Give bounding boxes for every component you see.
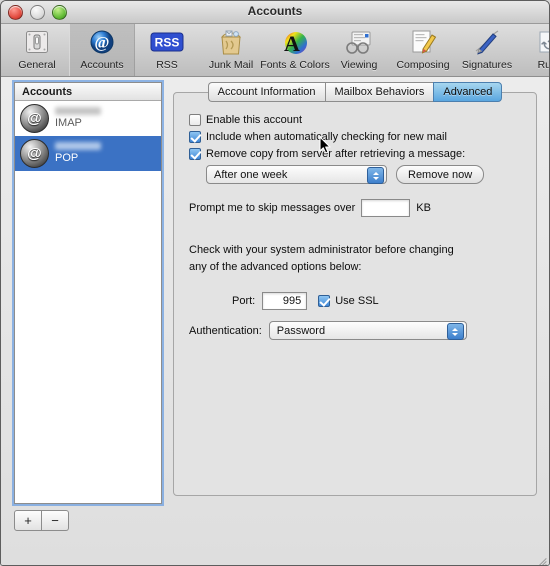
account-settings-panel: Account Information Mailbox Behaviors Ad…: [173, 82, 537, 496]
toolbar-label-general: General: [18, 59, 56, 71]
accounts-list-header: Accounts: [15, 83, 161, 101]
account-row-pop[interactable]: @ POP: [15, 136, 161, 171]
account-name-redacted: [55, 142, 101, 151]
chevron-updown-icon: [446, 323, 464, 340]
include-auto-check-label: Include when automatically checking for …: [206, 131, 447, 143]
accounts-list[interactable]: Accounts @ IMAP @ POP: [14, 82, 162, 504]
toolbar-item-rss[interactable]: RSS RSS: [135, 24, 199, 76]
toolbar-label-rss: RSS: [156, 59, 178, 71]
enable-account-label: Enable this account: [206, 114, 303, 126]
resize-grip[interactable]: [533, 553, 547, 565]
toolbar-item-composing[interactable]: Composing: [391, 24, 455, 76]
at-sign-icon: @: [20, 104, 49, 133]
enable-account-row[interactable]: Enable this account: [189, 114, 521, 126]
admin-note-line1: Check with your system administrator bef…: [189, 244, 454, 256]
authentication-row: Authentication: Password: [189, 321, 521, 340]
glasses-icon: [344, 26, 374, 58]
settings-tab-bar: Account Information Mailbox Behaviors Ad…: [173, 82, 537, 102]
remove-delay-value: After one week: [214, 168, 288, 181]
use-ssl-label: Use SSL: [335, 295, 379, 307]
at-sign-icon: @: [20, 139, 49, 168]
remove-now-button[interactable]: Remove now: [396, 165, 485, 184]
pen-icon: [472, 26, 502, 58]
authentication-popup[interactable]: Password: [268, 321, 467, 340]
tab-account-information[interactable]: Account Information: [207, 82, 325, 102]
toolbar-label-viewing: Viewing: [340, 59, 378, 71]
port-input[interactable]: 995: [262, 292, 308, 310]
toolbar-label-composing: Composing: [396, 59, 450, 71]
use-ssl-checkbox[interactable]: [318, 295, 331, 307]
remove-delay-row: After one week Remove now: [206, 165, 521, 184]
port-value: 995: [282, 295, 302, 307]
tab-mailbox-behaviors[interactable]: Mailbox Behaviors: [324, 82, 434, 102]
authentication-value: Password: [276, 324, 326, 337]
tab-advanced[interactable]: Advanced: [433, 82, 503, 102]
at-sign-icon: @: [89, 26, 115, 58]
toolbar-label-rules: Rules: [537, 59, 550, 71]
window-title: Accounts: [247, 4, 303, 18]
skip-size-unit: KB: [416, 202, 431, 214]
preferences-body: Accounts @ IMAP @ POP + − Account Inform…: [1, 77, 549, 565]
preferences-toolbar: General @ Accounts RSS RSS Junk Mail A F…: [1, 24, 549, 77]
account-protocol: IMAP: [55, 117, 82, 130]
title-bar: Accounts: [1, 1, 549, 24]
toolbar-item-accounts[interactable]: @ Accounts: [69, 24, 135, 76]
rss-icon: RSS: [150, 26, 184, 58]
junk-bag-icon: [217, 26, 245, 58]
toolbar-item-general[interactable]: General: [5, 24, 69, 76]
toolbar-label-accounts: Accounts: [80, 59, 124, 71]
include-auto-check-row[interactable]: Include when automatically checking for …: [189, 131, 521, 143]
toolbar-label-junk-mail: Junk Mail: [208, 59, 254, 71]
admin-note: Check with your system administrator bef…: [189, 242, 521, 275]
remove-copy-row[interactable]: Remove copy from server after retrieving…: [189, 148, 521, 160]
skip-messages-row: Prompt me to skip messages over KB: [189, 199, 521, 217]
skip-messages-label: Prompt me to skip messages over: [189, 202, 356, 214]
chevron-updown-icon: [367, 167, 384, 184]
switch-icon: [24, 26, 50, 58]
remove-copy-label: Remove copy from server after retrieving…: [206, 148, 466, 160]
toolbar-item-rules[interactable]: Rules: [519, 24, 550, 76]
account-name-redacted: [55, 107, 101, 116]
svg-text:@: @: [95, 35, 110, 52]
account-list-buttons: + −: [14, 510, 69, 531]
remove-delay-popup[interactable]: After one week: [206, 165, 387, 184]
toolbar-item-junk-mail[interactable]: Junk Mail: [199, 24, 263, 76]
pencil-paper-icon: [409, 26, 437, 58]
remove-account-button[interactable]: −: [42, 510, 69, 531]
svg-text:RSS: RSS: [155, 36, 180, 50]
toolbar-item-signatures[interactable]: Signatures: [455, 24, 519, 76]
account-protocol: POP: [55, 152, 79, 165]
account-row-imap[interactable]: @ IMAP: [15, 101, 161, 136]
admin-note-line2: any of the advanced options below:: [189, 260, 362, 273]
toolbar-item-viewing[interactable]: Viewing: [327, 24, 391, 76]
skip-size-input[interactable]: [361, 199, 411, 217]
port-row: Port: 995 Use SSL: [189, 292, 521, 310]
add-account-button[interactable]: +: [14, 510, 42, 531]
accounts-preferences-window: Accounts General @ Accounts RSS RSS Junk…: [0, 0, 550, 566]
toolbar-label-fonts-colors: Fonts & Colors: [260, 59, 330, 71]
authentication-label: Authentication:: [189, 324, 262, 337]
arrows-icon: [537, 26, 549, 58]
include-auto-check-checkbox[interactable]: [189, 131, 201, 143]
toolbar-item-fonts-colors[interactable]: A Fonts & Colors: [260, 24, 330, 76]
toolbar-label-signatures: Signatures: [461, 59, 513, 71]
svg-text:A: A: [284, 31, 300, 56]
enable-account-checkbox[interactable]: [189, 114, 201, 126]
advanced-tab-content: Enable this account Include when automat…: [173, 92, 537, 496]
port-label: Port:: [232, 295, 256, 307]
font-color-icon: A: [281, 26, 309, 58]
remove-copy-checkbox[interactable]: [189, 148, 201, 160]
